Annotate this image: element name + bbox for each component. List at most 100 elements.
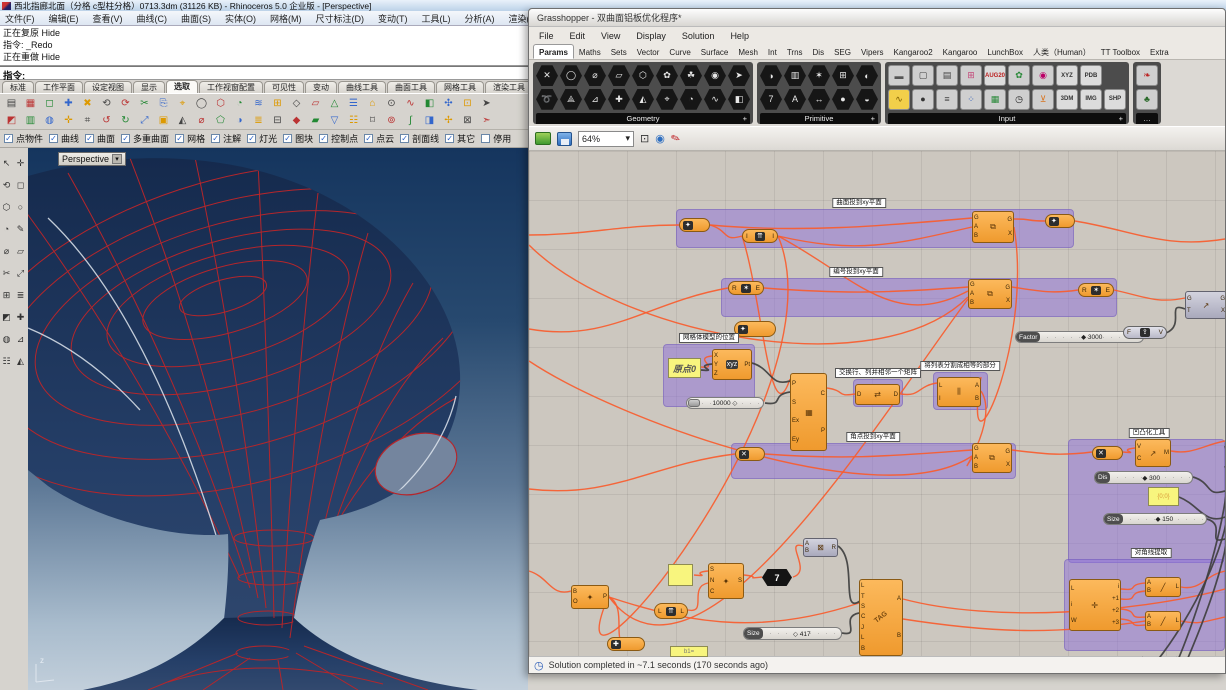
rhino-tool-icon[interactable]: ✛	[59, 113, 78, 129]
partition-list-component[interactable]: LI⫼AB	[937, 377, 981, 407]
section-expand-icon[interactable]: +	[743, 114, 747, 123]
component-hex-icon[interactable]: ⟁	[560, 89, 582, 110]
rhino-tool-icon[interactable]: ⤢	[135, 113, 154, 129]
rhino-tab-变动[interactable]: 变动	[305, 81, 337, 93]
rhino-side-tool-icon[interactable]: ✎	[14, 218, 27, 240]
rhino-tool-icon[interactable]: ⊚	[382, 113, 401, 129]
series-shift-component[interactable]: LiW✛i+1+2+3	[1069, 579, 1121, 631]
rhino-tab-显示[interactable]: 显示	[133, 81, 165, 93]
component-square-icon[interactable]: ❧	[1136, 65, 1158, 86]
bump-capsule[interactable]: ✕	[1092, 446, 1123, 460]
rhino-tab-可见性[interactable]: 可见性	[264, 81, 304, 93]
rhino-tool-icon[interactable]: ⊠	[458, 113, 477, 129]
rhino-menu-编辑(E)[interactable]: 编辑(E)	[49, 12, 79, 25]
rhino-menu-尺寸标注(D)[interactable]: 尺寸标注(D)	[316, 12, 365, 25]
gh-tab-人类（Human）[interactable]: 人类（Human）	[1028, 46, 1096, 59]
rhino-tool-icon[interactable]: ▰	[306, 113, 325, 129]
component-hex-icon[interactable]: ◐	[856, 65, 878, 86]
grasshopper-menu-bar[interactable]: FileEditViewDisplaySolutionHelp	[529, 27, 1225, 44]
rhino-menu-实体(O)[interactable]: 实体(O)	[225, 12, 256, 25]
rhino-tool-icon[interactable]: ⌖	[173, 96, 192, 112]
rhino-menu-变动(T)[interactable]: 变动(T)	[378, 12, 408, 25]
component-square-icon[interactable]: ✿	[1008, 65, 1030, 86]
section-expand-icon[interactable]: +	[871, 114, 875, 123]
gh-tab-Vector[interactable]: Vector	[632, 46, 665, 59]
filter-灯光[interactable]: ✓灯光	[247, 132, 277, 145]
rhino-tool-icon[interactable]: ⬠	[211, 113, 230, 129]
component-square-icon[interactable]: ⁘	[960, 89, 982, 110]
slider-size-150[interactable]: Size◆ 150	[1103, 513, 1207, 525]
filter-图块[interactable]: ✓图块	[283, 132, 313, 145]
component-square-icon[interactable]: ▦	[984, 89, 1006, 110]
gh-tab-Mesh[interactable]: Mesh	[733, 46, 763, 59]
component-square-icon[interactable]: SHP	[1104, 89, 1126, 110]
rhino-side-tool-icon[interactable]: ⊿	[14, 328, 27, 350]
rhino-tool-icon[interactable]: ➤	[477, 96, 496, 112]
line-component-2[interactable]: AB╱L	[1145, 611, 1181, 631]
rhino-side-tool-icon[interactable]: ▱	[14, 240, 27, 262]
slider-knob[interactable]	[688, 399, 700, 407]
checkbox-icon[interactable]: ✓	[175, 134, 184, 143]
construct-point-component[interactable]: XYZxyzPt	[712, 349, 752, 380]
grasshopper-canvas[interactable]: 曲面投到xy平面编号投到xy平面网格体模型的位置交换行、列并相邻一个矩阵将列表分…	[529, 151, 1225, 657]
rhino-side-tool-icon[interactable]: ☷	[0, 350, 13, 372]
component-square-icon[interactable]: ⊻	[1032, 89, 1054, 110]
component-hex-icon[interactable]: ➰	[536, 89, 558, 110]
zoom-dropdown[interactable]: 64% ▾	[578, 131, 634, 147]
open-file-icon[interactable]	[535, 132, 551, 145]
checkbox-icon[interactable]: ✓	[211, 134, 220, 143]
component-square-icon[interactable]: ◷	[1008, 89, 1030, 110]
rhino-tool-icon[interactable]: ⌗	[78, 113, 97, 129]
gh-tab-Extra[interactable]: Extra	[1145, 46, 1174, 59]
zoom-extents-icon[interactable]: ⊡	[640, 132, 649, 145]
merge-capsule[interactable]: ✚	[607, 637, 645, 651]
filter-网格[interactable]: ✓网格	[175, 132, 205, 145]
filter-控制点[interactable]: ✓控制点	[319, 132, 358, 145]
component-hex-icon[interactable]: ➤	[728, 65, 750, 86]
gh-menu-solution[interactable]: Solution	[682, 31, 715, 41]
rhino-tool-icon[interactable]: ⊡	[458, 96, 477, 112]
unit-z-capsule[interactable]: F⇪V	[1123, 326, 1167, 339]
rhino-tool-icon[interactable]: ✖	[78, 96, 97, 112]
checkbox-icon[interactable]: ✓	[283, 134, 292, 143]
filter-点云[interactable]: ✓点云	[364, 132, 394, 145]
component-square-icon[interactable]: PDB	[1080, 65, 1102, 86]
component-hex-icon[interactable]: ◧	[728, 89, 750, 110]
filter-其它[interactable]: ✓其它	[445, 132, 475, 145]
component-square-icon[interactable]: ∿	[888, 89, 910, 110]
component-square-icon[interactable]: ⊞	[960, 65, 982, 86]
rhino-tool-icon[interactable]: ≣	[249, 113, 268, 129]
rhino-tool-icon[interactable]: ▱	[306, 96, 325, 112]
component-hex-icon[interactable]: ✚	[608, 89, 630, 110]
filter-曲面[interactable]: ✓曲面	[85, 132, 115, 145]
component-hex-icon[interactable]: 7	[760, 89, 782, 110]
component-hex-icon[interactable]: ◑	[760, 65, 782, 86]
rhino-tool-icon[interactable]: △	[325, 96, 344, 112]
component-square-icon[interactable]: ▤	[936, 65, 958, 86]
rhino-tool-icon[interactable]: ◆	[287, 113, 306, 129]
rhino-side-tool-icon[interactable]: ⬡	[0, 196, 13, 218]
gh-tab-TT Toolbox[interactable]: TT Toolbox	[1096, 46, 1145, 59]
component-hex-icon[interactable]: ☘	[680, 65, 702, 86]
component-square-icon[interactable]: XYZ	[1056, 65, 1078, 86]
rhino-tool-icon[interactable]: ☷	[344, 113, 363, 129]
gh-tab-Params[interactable]: Params	[533, 44, 574, 59]
component-hex-icon[interactable]: ⌖	[656, 89, 678, 110]
canvas-group[interactable]	[676, 209, 1074, 248]
gh-tab-Trns[interactable]: Trns	[782, 46, 808, 59]
component-square-icon[interactable]: IMG	[1080, 89, 1102, 110]
rhino-tool-icon[interactable]: ⊟	[268, 113, 287, 129]
rhino-menu-查看(V)[interactable]: 查看(V)	[93, 12, 123, 25]
rhino-tool-icon[interactable]: ⊞	[268, 96, 287, 112]
component-hex-icon[interactable]: ◯	[560, 65, 582, 86]
rhino-tool-icon[interactable]: ∫	[401, 113, 420, 129]
checkbox-icon[interactable]: ✓	[445, 134, 454, 143]
geometry-pipeline-capsule[interactable]: ✦	[679, 218, 710, 232]
checkbox-icon[interactable]: ✓	[400, 134, 409, 143]
rhino-tab-网格工具[interactable]: 网格工具	[436, 81, 484, 93]
rhino-side-tool-icon[interactable]: ⤢	[14, 262, 27, 284]
rhino-side-tool-icon[interactable]: ○	[14, 196, 27, 218]
rhino-tool-icon[interactable]: ∿	[401, 96, 420, 112]
rhino-tab-工作视窗配置[interactable]: 工作视窗配置	[199, 81, 263, 93]
integer-7[interactable]: 7	[762, 569, 792, 586]
